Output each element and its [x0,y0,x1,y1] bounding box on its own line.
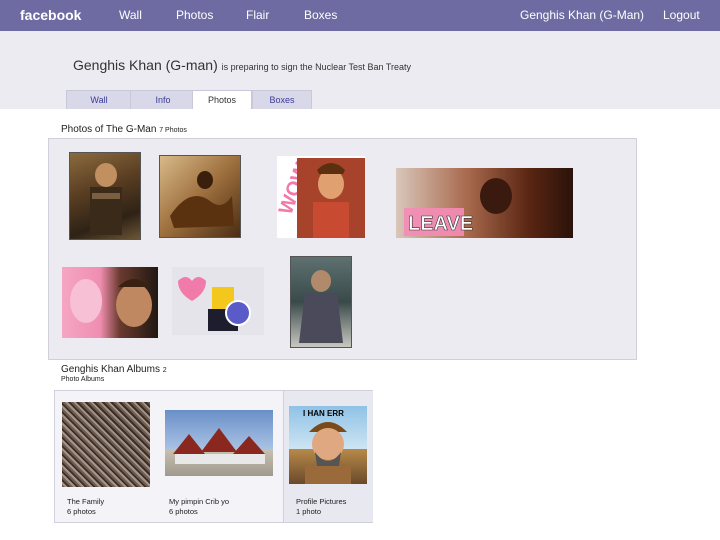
tab-info[interactable]: Info [130,90,196,109]
album-my-pimpin-crib[interactable]: My pimpin Crib yo 6 photos [159,391,283,522]
top-nav-bar: facebook Wall Photos Flair Boxes Genghis… [0,0,720,31]
album-cover-profile-pictures[interactable]: I HAN ERR [289,406,367,484]
album-count: 6 photos [67,507,96,516]
profile-status: Genghis Khan (G-man) is preparing to sig… [73,57,411,73]
photo-wow-emperor[interactable]: WOW [277,156,365,238]
photo-horseback-painting[interactable] [159,155,241,238]
profile-name[interactable]: Genghis Khan (G-man) [73,57,218,73]
nav-flair-link[interactable]: Flair [246,8,269,22]
album-name[interactable]: My pimpin Crib yo [169,497,229,506]
facebook-logo[interactable]: facebook [20,7,81,23]
nav-boxes-link[interactable]: Boxes [304,8,337,22]
svg-text:I HAN ERR: I HAN ERR [303,409,344,418]
svg-text:LEAVE: LEAVE [408,213,473,235]
tab-wall[interactable]: Wall [66,90,132,109]
tab-boxes[interactable]: Boxes [252,90,312,109]
status-text: is preparing to sign the Nuclear Test Ba… [221,62,412,72]
photo-pig-collage[interactable] [62,267,158,338]
albums-subtitle: Photo Albums [61,376,105,383]
album-cover-the-family[interactable] [62,402,150,487]
photo-leave-banner[interactable]: LEAVE [396,168,573,238]
nav-user-link[interactable]: Genghis Khan (G-Man) [520,8,644,22]
logout-link[interactable]: Logout [663,8,700,22]
albums-title: Genghis Khan Albums [61,364,160,375]
album-cover-my-pimpin-crib[interactable] [165,410,273,476]
album-the-family[interactable]: The Family 6 photos [55,391,159,522]
photos-grid: WOW LEAVE [48,138,637,360]
photos-title: Photos of The G-Man [61,124,157,135]
nav-photos-link[interactable]: Photos [176,8,213,22]
albums-grid: The Family 6 photos My pimpin Crib yo 6 … [54,390,373,523]
albums-section-title: Genghis Khan Albums 2 [61,364,167,375]
album-name[interactable]: Profile Pictures [296,497,346,506]
album-profile-pictures[interactable]: I HAN ERR Profile Pictures 1 photo [283,391,373,522]
album-count: 1 photo [296,507,322,516]
album-count: 6 photos [169,507,198,516]
photo-warrior-portrait[interactable] [69,152,141,240]
photo-lego-warrior[interactable] [172,267,264,335]
nav-wall-link[interactable]: Wall [119,8,142,22]
album-name[interactable]: The Family [67,497,104,506]
photos-count: 7 Photos [159,127,187,134]
albums-count: 2 [162,367,167,374]
tab-photos[interactable]: Photos [192,90,252,109]
photo-armored-warrior[interactable] [290,256,352,348]
photos-section-title: Photos of The G-Man 7 Photos [61,124,187,135]
